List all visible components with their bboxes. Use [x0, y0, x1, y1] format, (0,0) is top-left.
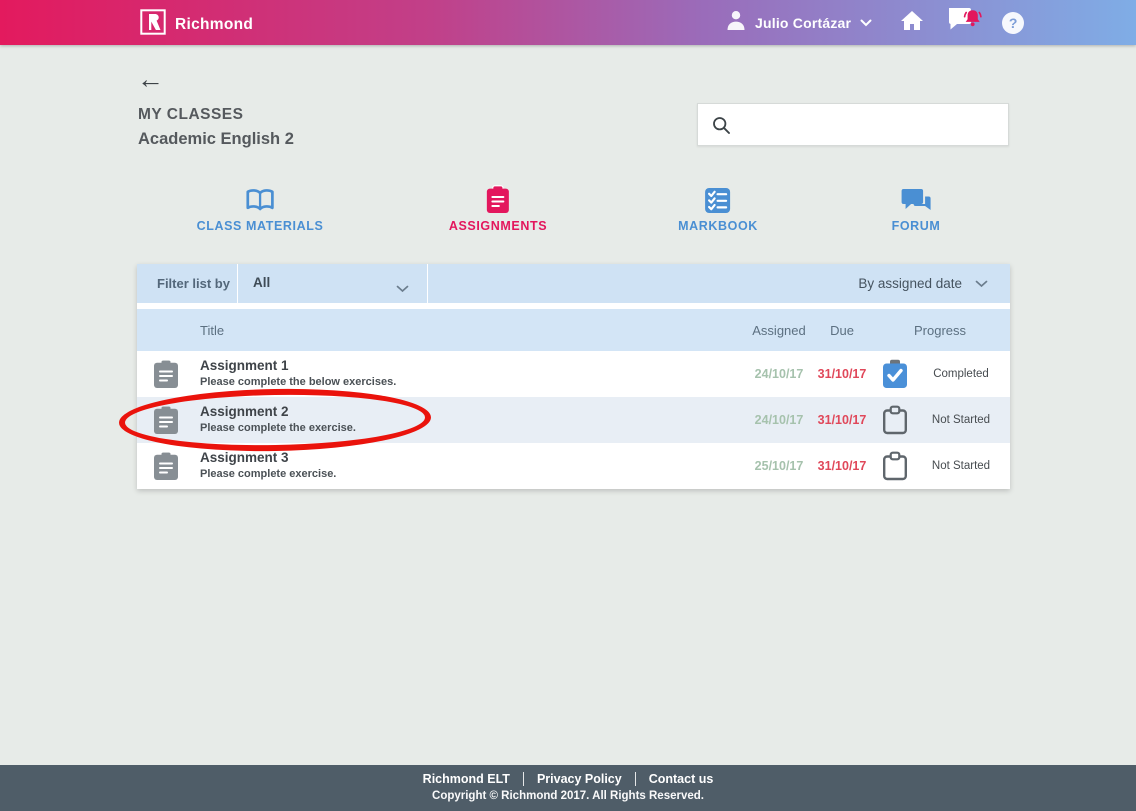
footer-divider [635, 772, 636, 786]
progress-not-started-icon [882, 405, 908, 440]
user-menu[interactable]: Julio Cortázar [726, 9, 872, 36]
back-arrow-icon: ← [137, 64, 164, 94]
status-label: Not Started [932, 460, 990, 472]
column-header-title: Title [200, 323, 224, 338]
filter-label: Filter list by [157, 276, 230, 291]
assignment-title: Assignment 1 [200, 358, 289, 373]
assignment-description: Please complete exercise. [200, 468, 336, 480]
footer-link-richmond-elt[interactable]: Richmond ELT [423, 772, 510, 786]
chevron-down-icon [396, 280, 409, 298]
open-book-icon [197, 184, 324, 214]
tab-markbook[interactable]: MARKBOOK [678, 184, 758, 233]
richmond-logo[interactable]: Richmond [140, 9, 253, 40]
sort-dropdown[interactable]: By assigned date [858, 264, 1010, 303]
tab-label: ASSIGNMENTS [449, 219, 547, 233]
help-icon: ? [1009, 12, 1018, 34]
top-bar-actions: Julio Cortázar [726, 0, 1024, 45]
progress-not-started-icon [882, 451, 908, 486]
footer-divider [523, 772, 524, 786]
due-date: 31/10/17 [818, 367, 867, 381]
sort-value: By assigned date [858, 276, 962, 291]
user-name: Julio Cortázar [755, 15, 851, 31]
footer-copyright: Copyright © Richmond 2017. All Rights Re… [0, 790, 1136, 802]
assignment-clipboard-icon [153, 451, 179, 486]
tab-label: CLASS MATERIALS [197, 219, 324, 233]
assignment-title: Assignment 2 [200, 404, 289, 419]
tab-class-materials[interactable]: CLASS MATERIALS [197, 184, 324, 233]
assignment-row-1[interactable]: Assignment 1 Please complete the below e… [137, 351, 1010, 397]
tab-label: MARKBOOK [678, 219, 758, 233]
clipboard-icon [449, 184, 547, 214]
brand-label: Richmond [175, 16, 253, 34]
home-icon [900, 10, 924, 36]
column-header-progress: Progress [914, 323, 966, 338]
footer-link-contact-us[interactable]: Contact us [649, 772, 714, 786]
home-button[interactable] [900, 10, 924, 36]
assignment-title: Assignment 3 [200, 450, 289, 465]
filter-value: All [253, 275, 270, 290]
progress-completed-icon [882, 359, 908, 394]
assigned-date: 24/10/17 [755, 413, 804, 427]
due-date: 31/10/17 [818, 459, 867, 473]
filter-bar: Filter list by All By assigned date [137, 264, 1010, 303]
assigned-date: 25/10/17 [755, 459, 804, 473]
footer-links: Richmond ELT Privacy Policy Contact us [0, 765, 1136, 786]
assignment-row-2[interactable]: Assignment 2 Please complete the exercis… [137, 397, 1010, 443]
table-header-row: Title Assigned Due Progress [137, 309, 1010, 351]
footer-link-privacy-policy[interactable]: Privacy Policy [537, 772, 622, 786]
help-button[interactable]: ? [1002, 12, 1024, 34]
assignment-description: Please complete the exercise. [200, 422, 356, 434]
search-input[interactable] [698, 104, 1008, 145]
back-button[interactable]: ← [137, 66, 164, 93]
checklist-icon [678, 184, 758, 214]
assignments-panel: Filter list by All By assigned date Titl… [137, 264, 1010, 489]
column-header-assigned: Assigned [752, 323, 805, 338]
chevron-down-icon [860, 14, 872, 32]
assignment-row-3[interactable]: Assignment 3 Please complete exercise. 2… [137, 443, 1010, 489]
assignment-clipboard-icon [153, 359, 179, 394]
footer: Richmond ELT Privacy Policy Contact us C… [0, 765, 1136, 811]
status-label: Not Started [932, 414, 990, 426]
status-label: Completed [933, 368, 989, 380]
notifications-button[interactable] [946, 6, 982, 39]
search-box [697, 103, 1009, 146]
chat-bubbles-icon [892, 184, 941, 214]
class-title: Academic English 2 [138, 130, 294, 149]
richmond-logo-icon [140, 9, 166, 40]
tab-label: FORUM [892, 219, 941, 233]
breadcrumb-section-title: MY CLASSES [138, 106, 244, 124]
column-header-due: Due [830, 323, 854, 338]
notification-bell-icon [946, 6, 982, 39]
assignment-clipboard-icon [153, 405, 179, 440]
user-icon [726, 9, 746, 36]
top-bar: Richmond Julio Cortázar [0, 0, 1136, 45]
chevron-down-icon [975, 275, 988, 293]
tab-forum[interactable]: FORUM [892, 184, 941, 233]
due-date: 31/10/17 [818, 413, 867, 427]
assigned-date: 24/10/17 [755, 367, 804, 381]
filter-dropdown[interactable]: All [237, 264, 428, 303]
assignment-description: Please complete the below exercises. [200, 376, 396, 388]
tab-assignments[interactable]: ASSIGNMENTS [449, 184, 547, 233]
